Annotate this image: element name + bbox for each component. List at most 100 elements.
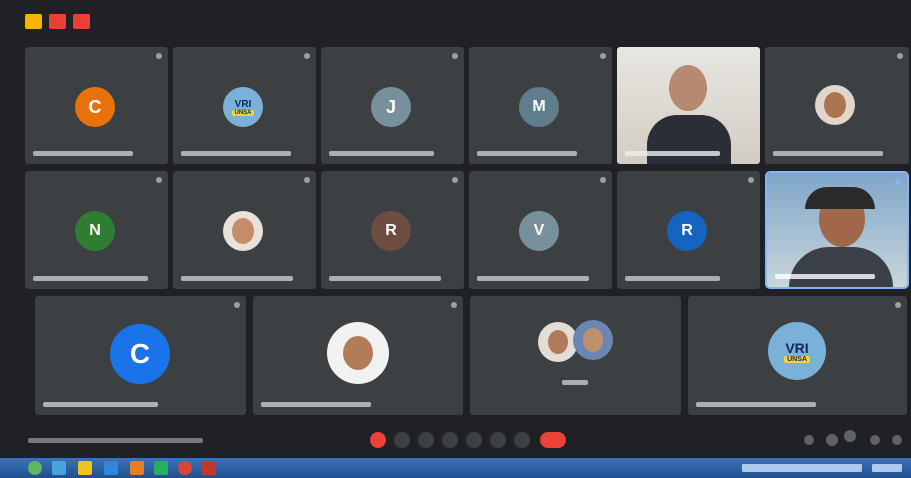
participant-name bbox=[33, 151, 133, 156]
chat-icon[interactable] bbox=[870, 435, 880, 445]
clock[interactable] bbox=[872, 464, 902, 472]
avatar-initial: V bbox=[533, 222, 545, 239]
mic-muted-icon bbox=[600, 177, 606, 183]
avatar: R bbox=[667, 211, 707, 251]
participant-name bbox=[329, 276, 441, 281]
logo-text: VRI bbox=[785, 339, 809, 356]
avatar: M bbox=[519, 87, 559, 127]
participant-name bbox=[181, 276, 293, 281]
app-icon[interactable] bbox=[202, 461, 216, 475]
avatar-photo bbox=[815, 85, 855, 125]
participant-name bbox=[775, 274, 875, 279]
hair-shape bbox=[805, 187, 875, 209]
participant-tile[interactable]: R bbox=[617, 171, 760, 289]
mic-muted-icon bbox=[304, 53, 310, 59]
activities-icon[interactable] bbox=[892, 435, 902, 445]
end-call-button[interactable] bbox=[540, 432, 566, 448]
mic-muted-icon bbox=[600, 53, 606, 59]
participant-tile[interactable]: J bbox=[321, 47, 464, 164]
mic-muted-icon bbox=[234, 302, 240, 308]
avatar-initial: C bbox=[88, 96, 102, 117]
participant-name bbox=[43, 402, 158, 407]
participants-count-icon[interactable] bbox=[844, 430, 856, 442]
camera-off-icon[interactable] bbox=[394, 432, 410, 448]
browser-icon[interactable] bbox=[52, 461, 66, 475]
participant-tile[interactable]: R bbox=[321, 171, 464, 289]
participant-name bbox=[477, 276, 589, 281]
emoji-icon[interactable] bbox=[490, 432, 506, 448]
participant-video-tile[interactable] bbox=[617, 47, 760, 164]
avatar-initial: C bbox=[129, 338, 151, 369]
system-tray[interactable] bbox=[742, 464, 862, 472]
raise-hand-icon[interactable] bbox=[442, 432, 458, 448]
people-icon[interactable] bbox=[826, 434, 838, 446]
mic-muted-icon bbox=[452, 53, 458, 59]
avatar-photo bbox=[538, 322, 578, 362]
start-icon[interactable] bbox=[28, 461, 42, 475]
avatar-initial: M bbox=[532, 98, 546, 115]
close-icon[interactable] bbox=[73, 14, 90, 29]
chrome-icon[interactable] bbox=[178, 461, 192, 475]
mic-off-icon[interactable] bbox=[370, 432, 386, 448]
title-bar bbox=[0, 0, 911, 42]
minimize-icon[interactable] bbox=[25, 14, 42, 29]
present-screen-icon[interactable] bbox=[466, 432, 482, 448]
mic-muted-icon bbox=[156, 53, 162, 59]
participant-tile[interactable] bbox=[765, 47, 909, 164]
vri-logo-icon: VRI UNSA bbox=[223, 87, 263, 127]
logo-subtext: UNSA bbox=[232, 109, 254, 116]
avatar: V bbox=[519, 211, 559, 251]
speaking-indicator-icon bbox=[895, 179, 901, 185]
participant-tile[interactable]: C bbox=[25, 47, 168, 164]
participant-name bbox=[181, 151, 291, 156]
participant-tile[interactable]: VRI UNSA bbox=[688, 296, 907, 415]
meeting-details bbox=[28, 438, 203, 443]
participant-name bbox=[625, 276, 720, 281]
app-icon[interactable] bbox=[130, 461, 144, 475]
avatar: C bbox=[110, 324, 170, 384]
participant-name bbox=[33, 276, 148, 281]
participant-name bbox=[562, 380, 588, 385]
participant-name bbox=[477, 151, 577, 156]
mic-muted-icon bbox=[304, 177, 310, 183]
avatar-initial: J bbox=[385, 96, 396, 117]
app-icon[interactable] bbox=[104, 461, 118, 475]
logo-text: VRI bbox=[234, 98, 252, 110]
mic-muted-icon bbox=[897, 53, 903, 59]
meeting-controls-bar bbox=[0, 422, 911, 458]
participant-name bbox=[773, 151, 883, 156]
mic-muted-icon bbox=[452, 177, 458, 183]
participant-tile[interactable] bbox=[253, 296, 463, 415]
more-options-icon[interactable] bbox=[514, 432, 530, 448]
participant-group-tile[interactable] bbox=[470, 296, 681, 415]
avatar: J bbox=[371, 87, 411, 127]
os-taskbar bbox=[0, 458, 911, 478]
participant-tile[interactable] bbox=[173, 171, 316, 289]
participant-name bbox=[625, 151, 720, 156]
participant-tile[interactable]: C bbox=[35, 296, 246, 415]
restore-icon[interactable] bbox=[49, 14, 66, 29]
avatar-photo bbox=[573, 320, 613, 360]
participant-name bbox=[261, 402, 371, 407]
folder-icon[interactable] bbox=[78, 461, 92, 475]
participant-name bbox=[696, 402, 816, 407]
vri-logo-icon: VRI UNSA bbox=[768, 322, 826, 380]
participant-tile[interactable]: N bbox=[25, 171, 168, 289]
body-shape bbox=[647, 115, 731, 164]
participant-tile[interactable]: VRI UNSA bbox=[173, 47, 316, 164]
avatar-initial: R bbox=[681, 222, 693, 239]
avatar-photo bbox=[223, 211, 263, 251]
app-icon[interactable] bbox=[154, 461, 168, 475]
mic-muted-icon bbox=[451, 302, 457, 308]
participant-tile[interactable]: V bbox=[469, 171, 612, 289]
avatar-initial: R bbox=[385, 222, 397, 239]
active-speaker-tile[interactable] bbox=[765, 171, 909, 289]
info-icon[interactable] bbox=[804, 435, 814, 445]
participant-tile[interactable]: M bbox=[469, 47, 612, 164]
captions-icon[interactable] bbox=[418, 432, 434, 448]
mic-muted-icon bbox=[156, 177, 162, 183]
mic-muted-icon bbox=[895, 302, 901, 308]
avatar-photo bbox=[327, 322, 389, 384]
avatar: N bbox=[75, 211, 115, 251]
mic-muted-icon bbox=[748, 177, 754, 183]
